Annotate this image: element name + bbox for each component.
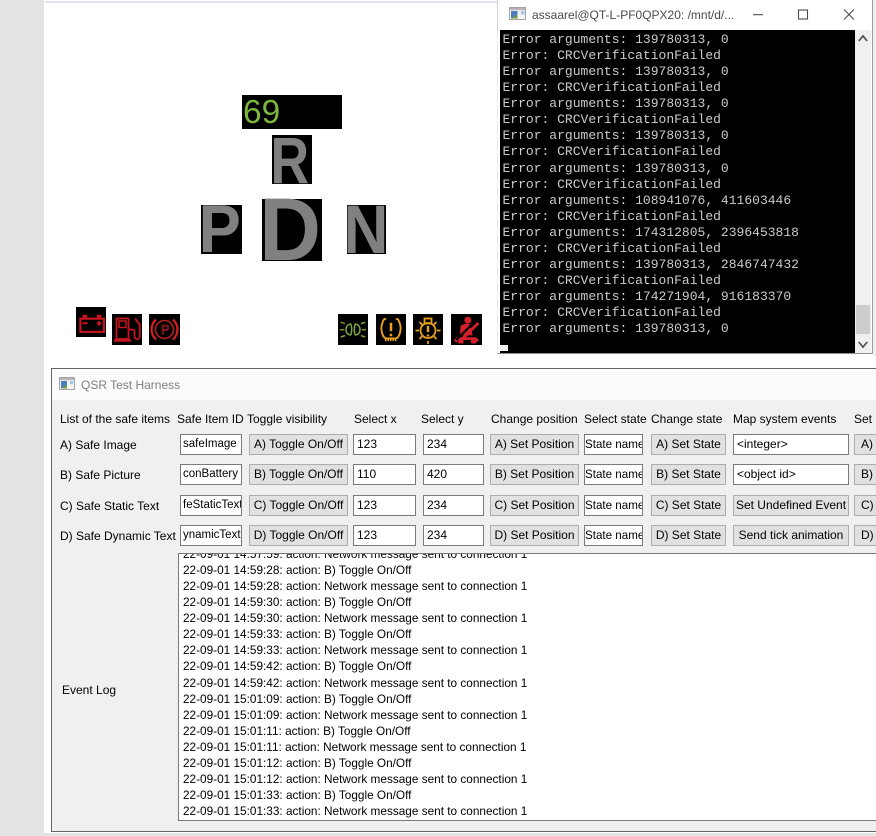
svg-text:P: P: [161, 322, 170, 337]
